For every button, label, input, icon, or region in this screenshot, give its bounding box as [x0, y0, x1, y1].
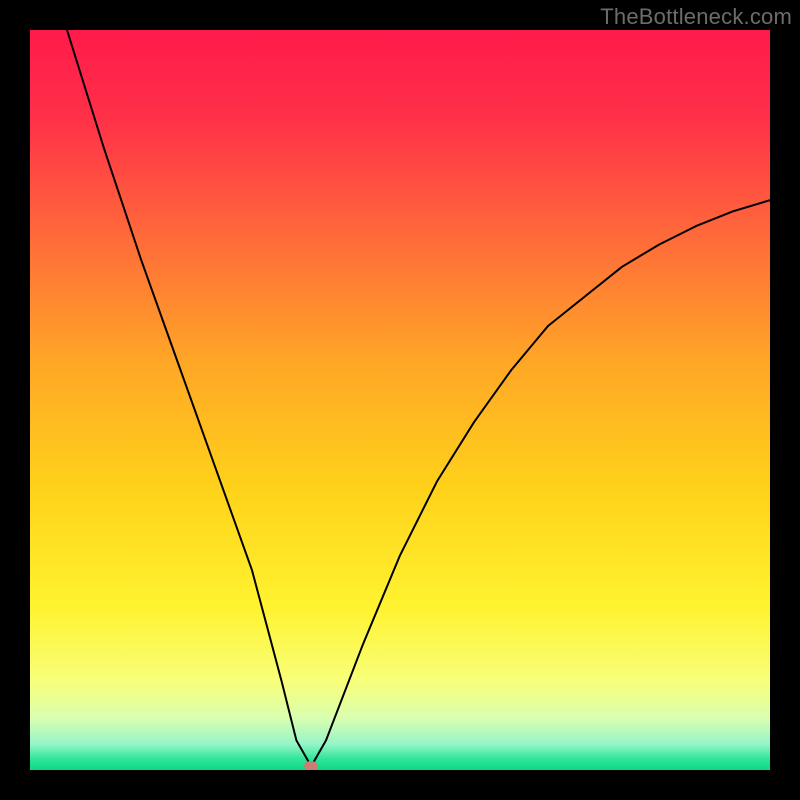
optimum-marker	[304, 761, 318, 770]
plot-area	[30, 30, 770, 770]
chart-stage: TheBottleneck.com	[0, 0, 800, 800]
bottleneck-curve	[30, 30, 770, 770]
watermark-label: TheBottleneck.com	[600, 4, 792, 30]
